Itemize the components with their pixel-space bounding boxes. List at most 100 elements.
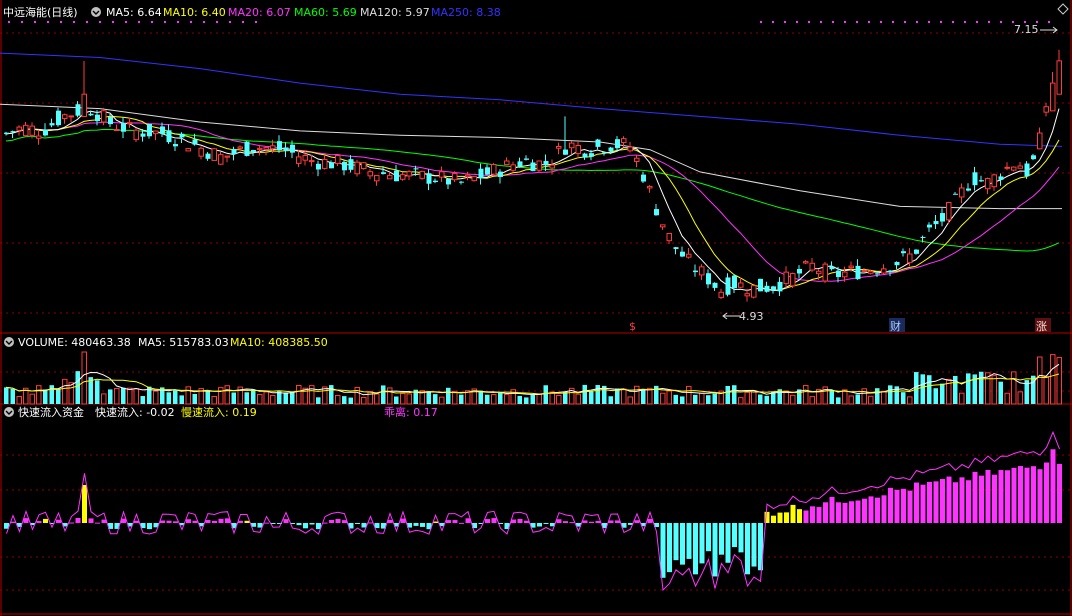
indicator-bar[interactable]: [875, 497, 880, 523]
marker-s[interactable]: $: [629, 320, 636, 333]
volume-bar[interactable]: [751, 390, 757, 405]
candle[interactable]: [354, 159, 360, 177]
indicator-bar[interactable]: [615, 520, 620, 523]
candle[interactable]: [81, 60, 87, 117]
candle[interactable]: [725, 273, 731, 297]
volume-bar[interactable]: [582, 384, 588, 404]
volume-bar[interactable]: [244, 392, 250, 404]
candle[interactable]: [283, 142, 289, 158]
candle[interactable]: [777, 277, 783, 297]
candle[interactable]: [322, 154, 328, 170]
volume-bar[interactable]: [907, 396, 913, 405]
volume-bar[interactable]: [725, 385, 731, 404]
volume-bar[interactable]: [381, 385, 386, 404]
volume-bar[interactable]: [809, 396, 815, 405]
candle[interactable]: [1011, 166, 1017, 172]
volume-bar[interactable]: [121, 387, 126, 404]
volume-bar[interactable]: [277, 391, 282, 404]
volume-bar[interactable]: [627, 396, 633, 405]
volume-bar[interactable]: [251, 389, 256, 404]
indicator-bar[interactable]: [134, 520, 139, 523]
indicator-bar[interactable]: [699, 523, 705, 564]
marker-zhang[interactable]: 涨: [1036, 320, 1047, 333]
volume-bar[interactable]: [185, 386, 191, 405]
indicator-bar[interactable]: [56, 519, 61, 523]
candle[interactable]: [686, 247, 692, 259]
indicator-bar[interactable]: [829, 496, 835, 523]
volume-bar[interactable]: [498, 392, 503, 404]
indicator-bar[interactable]: [82, 485, 87, 523]
indicator-bar[interactable]: [985, 469, 991, 523]
indicator-bar[interactable]: [459, 522, 464, 524]
volume-bar[interactable]: [842, 389, 848, 405]
volume-bar[interactable]: [400, 393, 406, 405]
indicator-bar[interactable]: [888, 487, 893, 523]
indicator-bar[interactable]: [680, 523, 685, 565]
volume-bar[interactable]: [478, 390, 484, 404]
volume-bar[interactable]: [101, 393, 107, 405]
volume-bar[interactable]: [940, 383, 945, 404]
indicator-bar[interactable]: [329, 519, 334, 523]
candle[interactable]: [673, 247, 679, 255]
indicator-bar[interactable]: [706, 523, 711, 552]
candle[interactable]: [277, 135, 282, 153]
indicator-bar[interactable]: [660, 523, 666, 578]
volume-bar[interactable]: [4, 387, 9, 404]
indicator-bar[interactable]: [309, 523, 315, 525]
indicator-bar[interactable]: [88, 518, 94, 523]
indicator-bar[interactable]: [979, 475, 984, 523]
volume-bar[interactable]: [504, 393, 510, 405]
volume-bar[interactable]: [524, 397, 529, 404]
volume-bar[interactable]: [1011, 371, 1017, 405]
indicator-bar[interactable]: [790, 504, 796, 523]
candle[interactable]: [498, 169, 503, 184]
volume-bar[interactable]: [693, 394, 698, 404]
volume-bar[interactable]: [829, 389, 835, 404]
volume-bar[interactable]: [530, 394, 536, 404]
candle[interactable]: [712, 282, 718, 291]
volume-bar[interactable]: [329, 385, 334, 404]
indicator-bar[interactable]: [491, 518, 497, 523]
candle[interactable]: [1037, 127, 1043, 150]
volume-bar[interactable]: [133, 388, 139, 405]
indicator-bar[interactable]: [881, 495, 887, 523]
settings-diamond-icon[interactable]: [1057, 3, 1069, 15]
candle[interactable]: [426, 169, 432, 191]
volume-bars[interactable]: [4, 351, 1062, 405]
indicator-bar[interactable]: [608, 520, 614, 523]
volume-bar[interactable]: [374, 393, 380, 405]
volume-bar[interactable]: [927, 375, 932, 404]
candle[interactable]: [803, 260, 809, 265]
candle[interactable]: [940, 208, 945, 227]
candle[interactable]: [627, 141, 633, 153]
indicator-bar[interactable]: [166, 520, 172, 523]
volume-bar[interactable]: [426, 391, 432, 404]
candle[interactable]: [693, 264, 698, 277]
candle[interactable]: [751, 285, 757, 299]
indicator-bar[interactable]: [543, 523, 549, 524]
volume-bar[interactable]: [263, 391, 269, 405]
indicator-bar[interactable]: [244, 520, 250, 523]
indicator-bar[interactable]: [205, 520, 211, 523]
candle[interactable]: [231, 146, 237, 161]
candle[interactable]: [543, 154, 549, 171]
candle[interactable]: [699, 264, 705, 281]
candle[interactable]: [485, 164, 490, 176]
volume-bar[interactable]: [764, 395, 770, 404]
indicator-bar[interactable]: [751, 523, 757, 567]
volume-bar[interactable]: [933, 388, 939, 404]
volume-bar[interactable]: [166, 392, 172, 404]
volume-bar[interactable]: [738, 397, 744, 405]
indicator-bar[interactable]: [283, 519, 289, 523]
indicator-bar[interactable]: [647, 518, 653, 523]
indicator-bar[interactable]: [303, 523, 308, 529]
volume-bar[interactable]: [335, 394, 341, 405]
indicator-bar[interactable]: [43, 518, 48, 523]
candle[interactable]: [641, 171, 646, 184]
candle[interactable]: [173, 139, 178, 151]
volume-bar[interactable]: [673, 394, 679, 404]
volume-bar[interactable]: [647, 387, 653, 405]
volume-bar[interactable]: [966, 373, 971, 404]
candle[interactable]: [49, 118, 55, 128]
candle[interactable]: [680, 246, 685, 258]
